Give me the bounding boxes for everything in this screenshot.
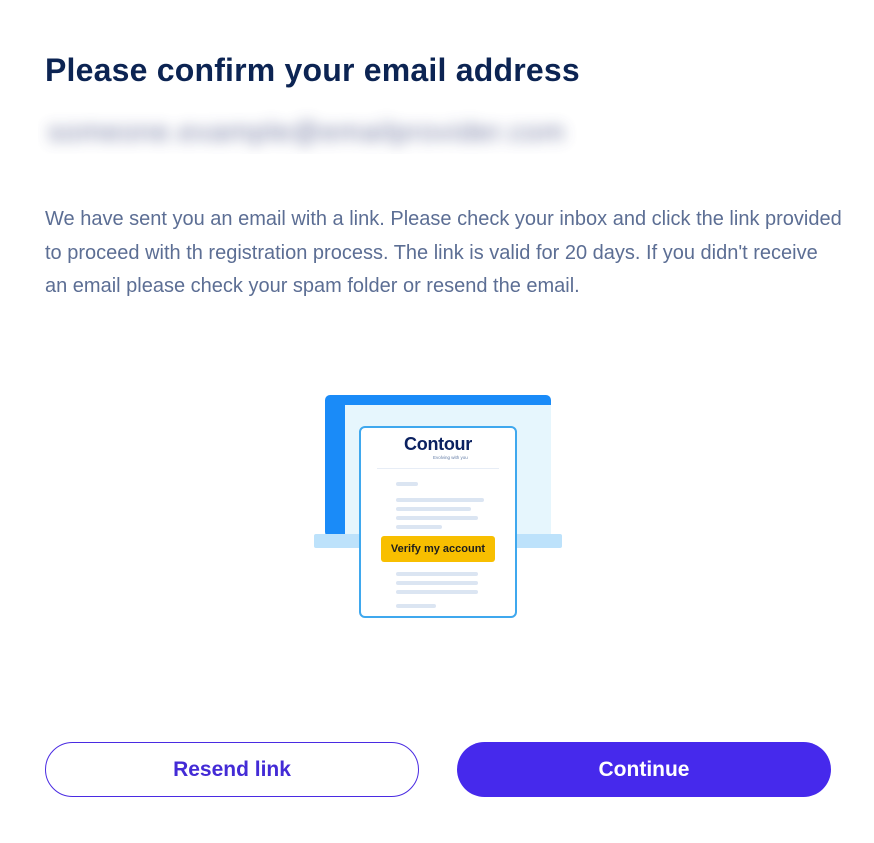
text-line <box>396 604 436 608</box>
text-line <box>396 581 478 585</box>
laptop-email-illustration: Contour Evolving with you Verify my acco… <box>314 394 562 620</box>
text-line <box>396 482 418 486</box>
contour-logo: Contour <box>404 434 472 454</box>
email-address-redacted: someone.example@emailprovider.com <box>48 116 566 147</box>
continue-button[interactable]: Continue <box>457 742 831 797</box>
text-line <box>396 572 478 576</box>
text-line <box>396 525 442 529</box>
text-line <box>396 590 478 594</box>
resend-link-button[interactable]: Resend link <box>45 742 419 797</box>
verify-account-button-graphic: Verify my account <box>381 536 495 562</box>
page-title: Please confirm your email address <box>45 52 580 88</box>
logo-tagline: Evolving with you <box>433 455 468 460</box>
instructions-text: We have sent you an email with a link. P… <box>45 208 842 297</box>
text-line <box>396 498 484 502</box>
text-line <box>396 507 471 511</box>
email-document: Contour Evolving with you Verify my acco… <box>359 426 517 618</box>
text-line <box>396 516 478 520</box>
